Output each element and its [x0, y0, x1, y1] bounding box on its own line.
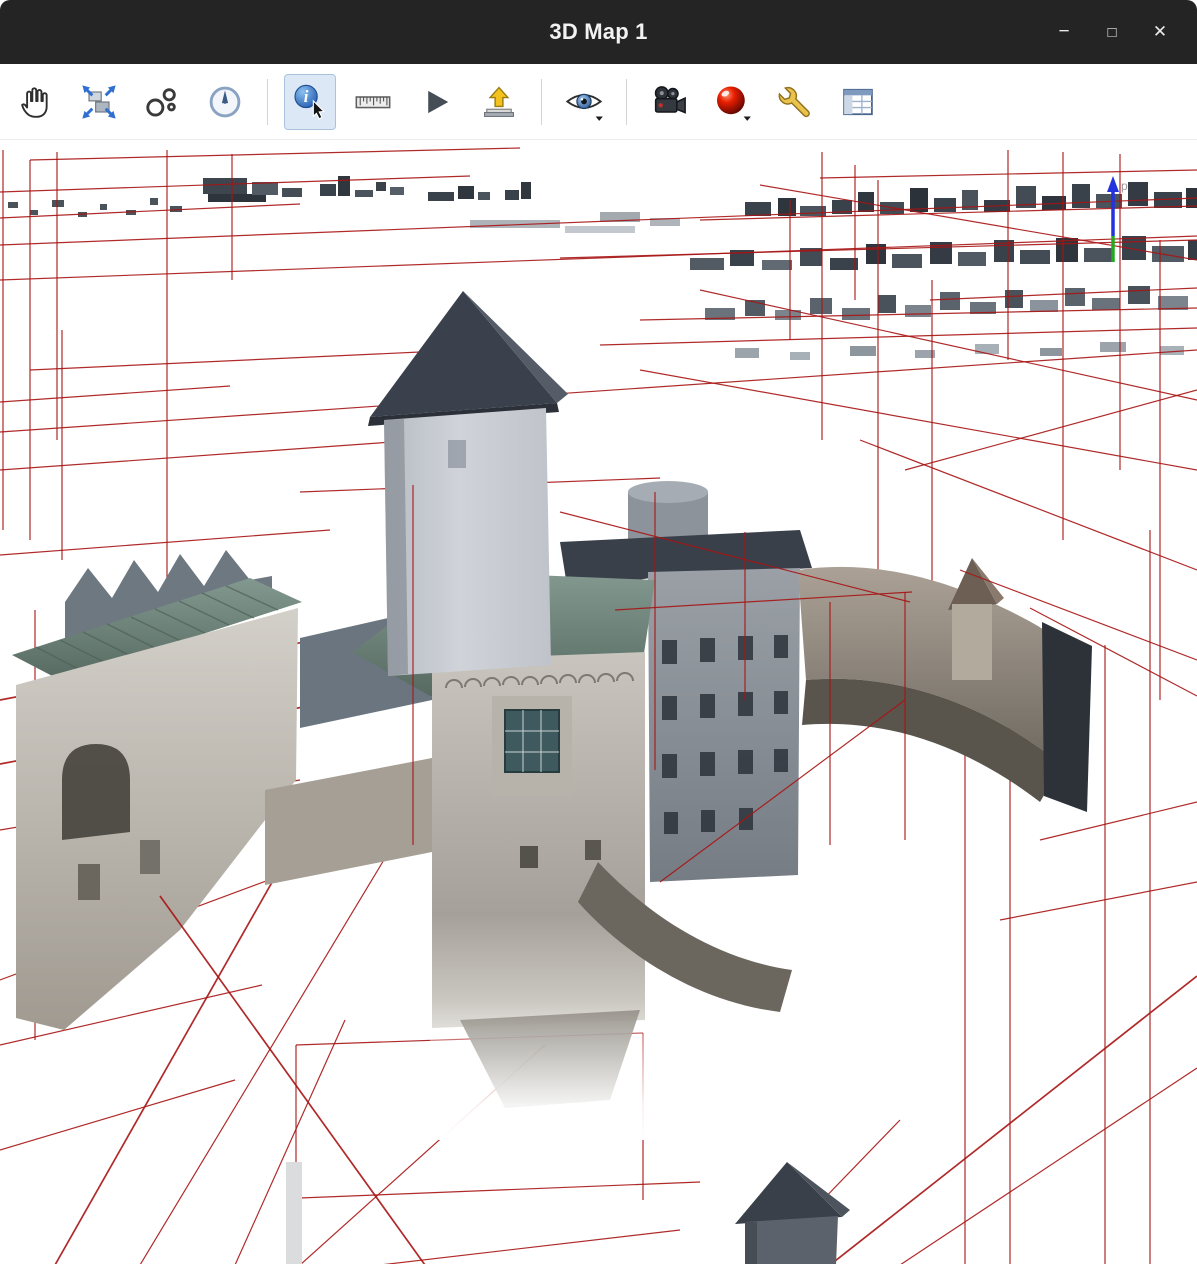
export-tool-button[interactable]	[473, 74, 525, 130]
window-titlebar[interactable]: 3D Map 1 − □ ✕	[0, 0, 1197, 64]
window-controls: − □ ✕	[1047, 15, 1197, 49]
toolbar-separator	[541, 79, 542, 125]
play-icon	[416, 82, 456, 122]
identify-tool-button[interactable]: i	[284, 74, 336, 130]
compass-tool-button[interactable]	[199, 74, 251, 130]
axis-label: p	[1121, 179, 1128, 193]
measure-ruler-icon	[353, 82, 393, 122]
minimize-button[interactable]: −	[1047, 15, 1081, 49]
map-toolbar: i	[0, 64, 1197, 140]
compass-icon	[205, 82, 245, 122]
export-upload-icon	[479, 82, 519, 122]
scene-canvas: p	[0, 140, 1197, 1264]
svg-text:i: i	[304, 87, 309, 106]
zoom-tool-button[interactable]	[136, 74, 188, 130]
map-3d-viewport[interactable]: p	[0, 140, 1197, 1264]
red-sphere-icon	[712, 82, 752, 122]
camera-tool-button[interactable]	[643, 74, 695, 130]
dropdown-arrow-icon	[596, 116, 603, 120]
zoom-full-tool-button[interactable]	[73, 74, 125, 130]
castle-3d-model	[12, 291, 1092, 1264]
report-tool-button[interactable]	[832, 74, 884, 130]
movie-camera-icon	[649, 82, 689, 122]
visibility-tool-button[interactable]	[558, 74, 610, 130]
wrench-icon	[775, 82, 815, 122]
measure-tool-button[interactable]	[347, 74, 399, 130]
effects-tool-button[interactable]	[706, 74, 758, 130]
zoom-circles-icon	[142, 82, 182, 122]
distant-city-buildings	[8, 176, 1197, 360]
toolbar-separator	[267, 79, 268, 125]
maximize-button[interactable]: □	[1095, 15, 1129, 49]
configure-tool-button[interactable]	[769, 74, 821, 130]
close-button[interactable]: ✕	[1143, 15, 1177, 49]
toolbar-separator	[626, 79, 627, 125]
zoom-full-extent-icon	[79, 82, 119, 122]
identify-info-cursor-icon: i	[290, 82, 330, 122]
pan-tool-button[interactable]	[10, 74, 62, 130]
window-title: 3D Map 1	[0, 19, 1197, 45]
dropdown-arrow-icon	[744, 116, 751, 120]
pan-hand-icon	[16, 82, 56, 122]
play-tool-button[interactable]	[410, 74, 462, 130]
report-icon	[838, 82, 878, 122]
eye-icon	[564, 82, 604, 122]
app-window: 3D Map 1 − □ ✕	[0, 0, 1197, 1264]
